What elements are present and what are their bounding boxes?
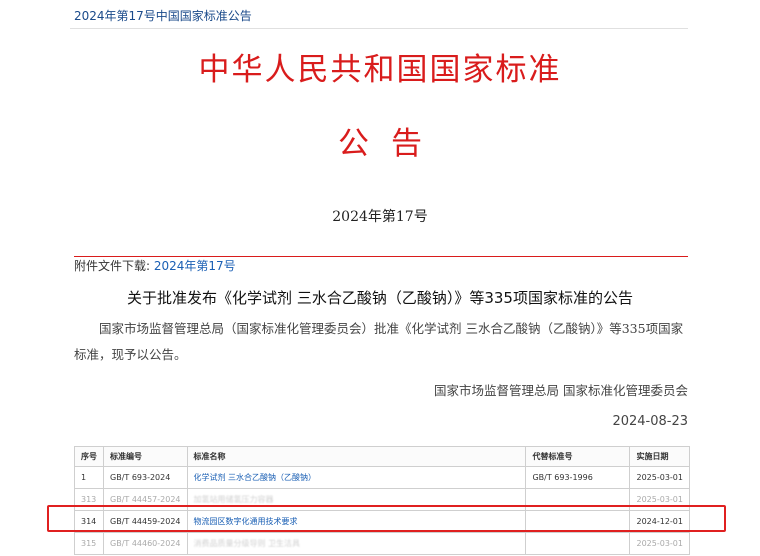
attachment-download: 附件文件下载: 2024年第17号 xyxy=(74,257,236,274)
header-replace: 代替标准号 xyxy=(525,446,631,467)
table-row: 315 GB/T 44460-2024 消费品质量分级导则 卫生洁具 2025-… xyxy=(74,532,690,555)
cell-name-link[interactable]: 消费品质量分级导则 卫生洁具 xyxy=(186,532,527,555)
attachment-link[interactable]: 2024年第17号 xyxy=(154,259,236,273)
cell-code: GB/T 693-2024 xyxy=(103,466,188,489)
table-row: 1 GB/T 693-2024 化学试剂 三水合乙酸钠（乙酸钠） GB/T 69… xyxy=(74,466,690,489)
cell-date: 2025-03-01 xyxy=(629,532,690,555)
page-title: 中华人民共和国国家标准 xyxy=(198,52,562,88)
notice-title: 关于批准发布《化学试剂 三水合乙酸钠（乙酸钠）》等335项国家标准的公告 xyxy=(127,289,633,307)
top-divider xyxy=(70,28,688,29)
header-no: 序号 xyxy=(74,446,104,467)
attachment-label: 附件文件下载: xyxy=(74,259,151,273)
notice-signer: 国家市场监督管理总局 国家标准化管理委员会 xyxy=(434,383,688,398)
cell-date: 2025-03-01 xyxy=(629,466,690,489)
header-name: 标准名称 xyxy=(186,446,527,467)
header-date: 实施日期 xyxy=(629,446,690,467)
issue-number: 2024年第17号 xyxy=(332,209,428,225)
cell-name-link[interactable]: 化学试剂 三水合乙酸钠（乙酸钠） xyxy=(186,466,527,489)
cell-no: 1 xyxy=(74,466,104,489)
cell-code: GB/T 44460-2024 xyxy=(103,532,188,555)
table-header-row: 序号 标准编号 标准名称 代替标准号 实施日期 xyxy=(74,446,690,467)
cell-no: 315 xyxy=(74,532,104,555)
notice-body: 国家市场监督管理总局（国家标准化管理委员会）批准《化学试剂 三水合乙酸钠（乙酸钠… xyxy=(74,321,684,362)
cell-replace: GB/T 693-1996 xyxy=(525,466,631,489)
announcement-heading: 公告 xyxy=(338,126,444,162)
cell-replace xyxy=(525,532,631,555)
header-code: 标准编号 xyxy=(103,446,188,467)
notice-date: 2024-08-23 xyxy=(612,414,688,429)
standards-table: 序号 标准编号 标准名称 代替标准号 实施日期 1 GB/T 693-2024 … xyxy=(74,446,690,555)
highlight-box xyxy=(47,505,726,532)
breadcrumb[interactable]: 2024年第17号中国国家标准公告 xyxy=(74,7,252,24)
